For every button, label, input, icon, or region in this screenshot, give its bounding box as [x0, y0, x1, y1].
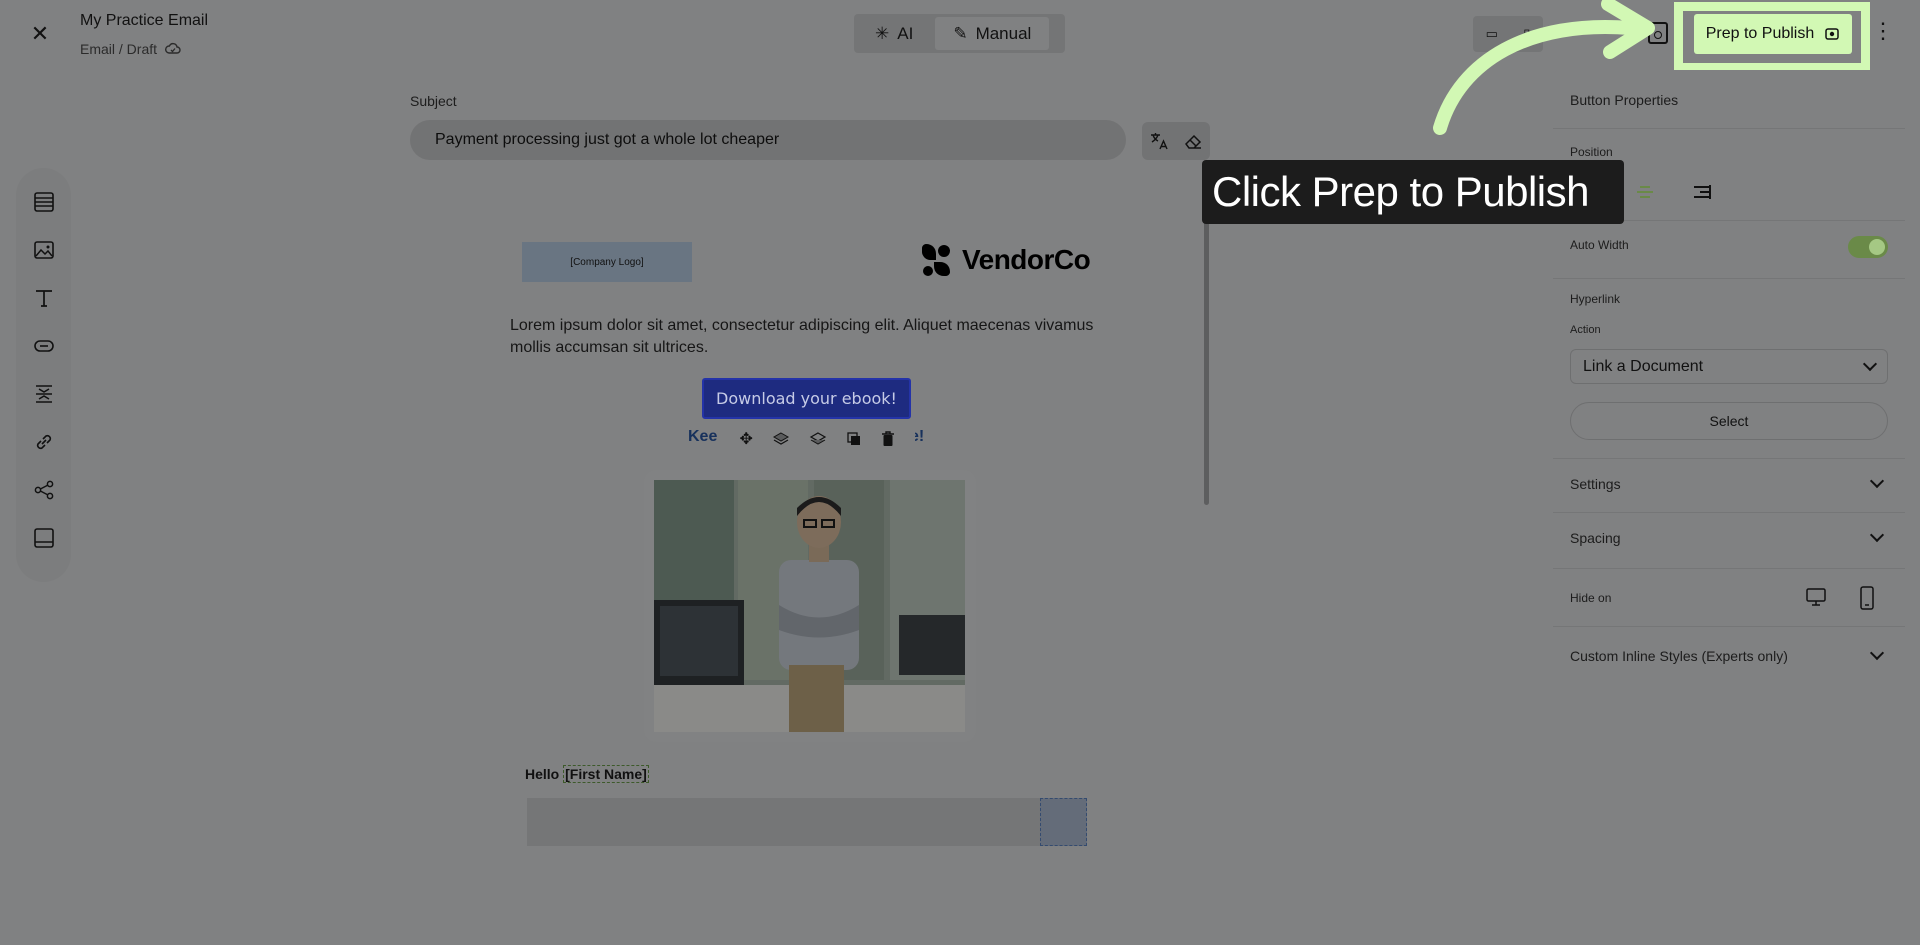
selected-column[interactable]: [1040, 798, 1087, 846]
settings-section[interactable]: Settings: [1570, 473, 1890, 492]
company-logo-placeholder[interactable]: [Company Logo]: [522, 242, 692, 282]
align-right-icon[interactable]: [1690, 184, 1712, 200]
hero-image[interactable]: [654, 480, 965, 732]
hide-on-options: [1805, 586, 1875, 610]
custom-styles-label: Custom Inline Styles (Experts only): [1570, 648, 1788, 664]
action-select-value: Link a Document: [1583, 357, 1704, 375]
text-icon[interactable]: [32, 286, 56, 310]
email-body-text[interactable]: Lorem ipsum dolor sit amet, consectetur …: [510, 315, 1100, 359]
more-options-icon[interactable]: ⋮: [1872, 20, 1894, 42]
first-name-merge-tag[interactable]: [First Name]: [563, 765, 649, 783]
footer-icon[interactable]: [32, 526, 56, 550]
layer-up-icon[interactable]: [772, 431, 790, 447]
subject-tools: [1142, 122, 1210, 160]
prep-to-publish-label: Prep to Publish: [1705, 25, 1815, 42]
prep-to-publish-button[interactable]: Prep to Publish: [1694, 14, 1852, 54]
tab-manual-label: Manual: [975, 23, 1032, 43]
hyperlink-label: Hyperlink: [1570, 292, 1621, 306]
subject-input[interactable]: Payment processing just got a whole lot …: [410, 120, 1126, 160]
mode-toggle: ✳ AI ✎ Manual: [854, 14, 1065, 53]
block-toolbar: ✥: [720, 420, 915, 458]
breadcrumb: Email / Draft: [80, 41, 181, 57]
content-tool-rail: [16, 168, 71, 582]
auto-width-label: Auto Width: [1570, 238, 1629, 252]
email-title: My Practice Email: [80, 12, 209, 29]
vendor-logo-mark-icon: [922, 244, 950, 276]
eraser-icon[interactable]: [1183, 131, 1203, 151]
translate-icon[interactable]: [1149, 131, 1169, 151]
sparkle-icon: ✳: [875, 23, 890, 43]
panel-divider: [1553, 458, 1905, 459]
chevron-down-icon: [1869, 645, 1885, 661]
align-center-icon[interactable]: [1634, 184, 1656, 200]
position-label: Position: [1570, 145, 1613, 159]
tab-manual[interactable]: ✎ Manual: [935, 17, 1050, 50]
cloud-saved-icon: [165, 42, 181, 54]
chevron-down-icon: [1869, 473, 1885, 489]
divider-icon[interactable]: [32, 382, 56, 406]
delete-icon[interactable]: [881, 431, 895, 447]
panel-divider: [1553, 512, 1905, 513]
content-block[interactable]: [527, 798, 1087, 846]
pencil-icon: ✎: [953, 23, 968, 43]
spacing-section-label: Spacing: [1570, 530, 1621, 546]
layer-down-icon[interactable]: [809, 431, 827, 447]
hide-on-label: Hide on: [1570, 591, 1612, 605]
vendor-logo[interactable]: VendorCo: [920, 242, 1091, 278]
duplicate-icon[interactable]: [846, 431, 862, 447]
rows-icon[interactable]: [32, 190, 56, 214]
person-photo: [654, 480, 965, 732]
custom-styles-section[interactable]: Custom Inline Styles (Experts only): [1570, 645, 1890, 664]
tab-ai[interactable]: ✳ AI: [857, 17, 931, 50]
mobile-icon[interactable]: [1859, 586, 1875, 610]
pointer-arrow-icon: [1433, 0, 1655, 135]
panel-divider: [1553, 278, 1905, 279]
chevron-down-icon: [1869, 527, 1885, 543]
tab-ai-label: AI: [897, 23, 914, 43]
auto-width-toggle[interactable]: [1848, 236, 1888, 258]
panel-divider: [1553, 568, 1905, 569]
desktop-icon[interactable]: [1805, 586, 1827, 608]
action-select[interactable]: Link a Document: [1570, 349, 1888, 384]
rocket-icon: [1825, 28, 1839, 40]
button-icon[interactable]: [32, 334, 56, 358]
settings-section-label: Settings: [1570, 476, 1621, 492]
image-icon[interactable]: [32, 238, 56, 262]
greeting-text: Hello: [525, 766, 560, 782]
greeting-line[interactable]: Hello [First Name]: [525, 765, 649, 783]
tutorial-callout: Click Prep to Publish: [1202, 160, 1624, 224]
download-ebook-button[interactable]: Download your ebook!: [702, 378, 911, 419]
subject-label: Subject: [410, 93, 457, 109]
canvas-scrollbar[interactable]: [1204, 220, 1209, 505]
breadcrumb-text: Email / Draft: [80, 41, 158, 57]
close-button[interactable]: ✕: [28, 22, 52, 46]
move-icon[interactable]: ✥: [740, 429, 753, 449]
social-icon[interactable]: [32, 478, 56, 502]
vendor-brand-name: VendorCo: [962, 244, 1091, 275]
select-document-button[interactable]: Select: [1570, 402, 1888, 440]
action-label: Action: [1570, 324, 1601, 336]
panel-divider: [1553, 626, 1905, 627]
chevron-down-icon: [1862, 356, 1878, 372]
keep-text-fragment[interactable]: Kee: [688, 428, 717, 446]
link-icon[interactable]: [32, 430, 56, 454]
spacing-section[interactable]: Spacing: [1570, 527, 1890, 546]
